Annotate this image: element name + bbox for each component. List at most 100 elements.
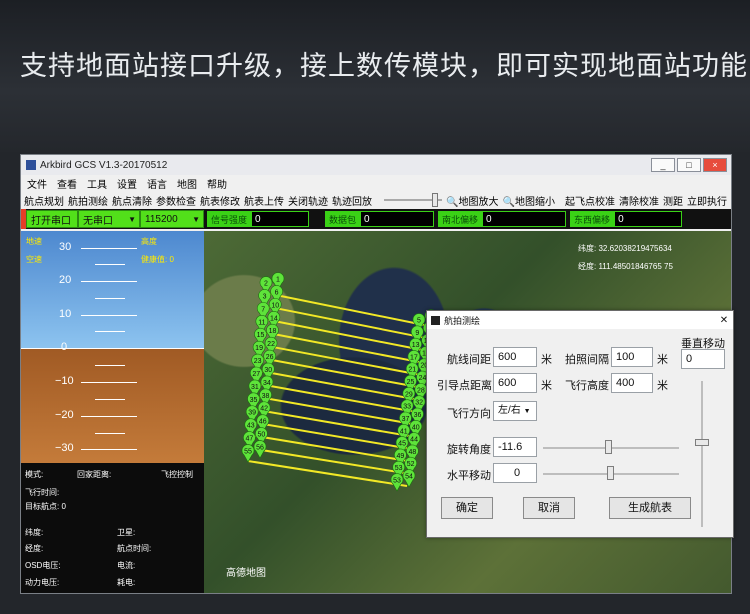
waypoint-marker[interactable]: 56 [253,440,267,459]
tool-clear-calibration[interactable]: 清除校准 [619,193,659,208]
window-title: Arkbird GCS V1.3-20170512 [40,159,168,171]
waypoint-label: 9 [415,330,419,337]
route-segment [260,343,423,377]
maximize-button[interactable]: □ [677,158,701,172]
pitch-tick-label: 20 [59,274,72,286]
dialog-close-button[interactable]: ✕ [715,315,733,326]
minimize-button[interactable]: _ [651,158,675,172]
menu-file[interactable]: 文件 [27,176,47,191]
waypoint-label: 3 [263,293,267,300]
tool-close-track[interactable]: 关闭轨迹 [288,193,328,208]
mode-label: 模式: [25,470,44,479]
zoom-in-button[interactable]: 🔍地图放大 [446,193,498,208]
baud-select[interactable]: 115200 ▼ [140,210,204,228]
port-select[interactable]: 无串口 ▼ [78,210,140,228]
dialog-title-bar: 航拍测绘 ✕ [427,311,733,329]
waypoint-label: 1 [276,277,280,284]
unit-label: 米 [657,354,668,366]
cancel-button[interactable]: 取消 [523,497,575,519]
waypoint-label: 46 [259,419,267,426]
waypoint-time-label: 航点时间: [117,544,152,553]
air-speed-label: 空速 [26,255,42,264]
waypoint-label: 31 [251,384,259,391]
lead-distance-input[interactable]: 600 [493,373,537,393]
ok-button[interactable]: 确定 [441,497,493,519]
menu-settings[interactable]: 设置 [117,176,137,191]
tool-waypoint-plan[interactable]: 航点规划 [24,193,64,208]
chevron-down-icon: ▼ [192,214,200,224]
toolbar: 航点规划 航拍测绘 航点清除 参数检查 航表修改 航表上传 关闭轨迹 轨迹回放 … [21,191,731,209]
tool-measure[interactable]: 测距 [663,193,683,208]
rotation-slider-thumb[interactable] [605,440,612,454]
menu-tools[interactable]: 工具 [87,176,107,191]
pitch-tick-label: 10 [59,308,72,320]
rotation-input[interactable]: -11.6 [493,437,537,457]
zoom-slider-thumb[interactable] [432,193,439,207]
waypoint-label: 27 [252,371,260,378]
menu-language[interactable]: 语言 [147,176,167,191]
waypoint-label: 29 [405,391,413,398]
menu-view[interactable]: 查看 [57,176,77,191]
waypoint-label: 7 [261,306,265,313]
aerial-survey-dialog: 航拍测绘 ✕ 航线间距 600 米 拍照间隔 100 米 垂直移动 0 引导点距… [426,310,734,538]
waypoint-label: 44 [410,437,418,444]
waypoint-marker[interactable]: 54 [402,469,416,488]
ew-offset-value: 0 [614,211,683,227]
tool-upload-table[interactable]: 航表上传 [244,193,284,208]
tool-execute-now[interactable]: 立即执行 [687,193,727,208]
waypoint-marker[interactable]: 53 [390,473,404,492]
waypoint-label: 47 [245,436,253,443]
flight-height-input[interactable]: 400 [611,373,653,393]
flight-height-label: 飞行高度 [565,380,609,392]
waypoint-label: 22 [267,341,275,348]
tool-replay-track[interactable]: 轨迹回放 [332,193,372,208]
tool-edit-table[interactable]: 航表修改 [200,193,240,208]
route-segment [265,292,430,327]
ew-offset-label: 东西偏移 [570,211,615,227]
waypoint-label: 32 [415,400,423,407]
tool-clear-waypoints[interactable]: 航点清除 [112,193,152,208]
tool-check-params[interactable]: 参数检查 [156,193,196,208]
menu-map[interactable]: 地图 [177,176,197,191]
lead-distance-label: 引导点距离 [437,380,492,392]
waypoint-label: 2 [264,281,268,288]
banner: 支持地面站接口升级，接上数传模块，即可实现地面站功能 [0,0,750,152]
direction-select[interactable]: 左/右 ▼ [493,401,537,421]
horizontal-move-slider-thumb[interactable] [607,466,614,480]
route-segment [257,369,420,401]
photo-interval-input[interactable]: 100 [611,347,653,367]
line-spacing-input[interactable]: 600 [493,347,537,367]
generate-table-button[interactable]: 生成航表 [609,497,691,519]
zoom-slider[interactable] [384,193,443,207]
waypoint-label: 37 [402,416,410,423]
vertical-move-slider[interactable] [701,381,703,527]
open-port-button[interactable]: 打开串口 [26,210,78,228]
packet-label: 数据包 [325,211,361,227]
waypoint-label: 17 [410,354,418,361]
home-distance-label: 回家距离: [77,470,112,479]
map-lat-readout: 纬度: 32.62038219475634 [578,244,672,253]
route-segment [263,317,426,352]
horizontal-move-input[interactable]: 0 [493,463,537,483]
tool-calibrate-takeoff[interactable]: 起飞点校准 [565,193,615,208]
lon-label: 经度: [25,544,44,553]
consumption-label: 耗电: [117,578,136,587]
route-segment [254,395,416,426]
title-bar: Arkbird GCS V1.3-20170512 _ □ × [21,155,731,175]
vertical-move-input[interactable]: 0 [681,349,725,369]
unit-label: 米 [541,380,552,392]
route-segment [256,382,418,414]
waypoint-label: 50 [257,432,265,439]
waypoint-label: 10 [271,302,279,309]
pitch-tick-label: 30 [59,241,72,253]
zoom-out-button[interactable]: 🔍地图缩小 [503,193,555,208]
vertical-move-slider-thumb[interactable] [695,439,709,446]
menu-help[interactable]: 帮助 [207,176,227,191]
close-button[interactable]: × [703,158,727,172]
signal-label: 信号强度 [207,211,252,227]
waypoint-marker[interactable]: 55 [241,444,255,463]
horizontal-move-label: 水平移动 [447,470,491,482]
waypoint-label: 54 [405,474,413,481]
tool-aerial-survey[interactable]: 航拍测绘 [68,193,108,208]
waypoint-label: 19 [255,345,263,352]
